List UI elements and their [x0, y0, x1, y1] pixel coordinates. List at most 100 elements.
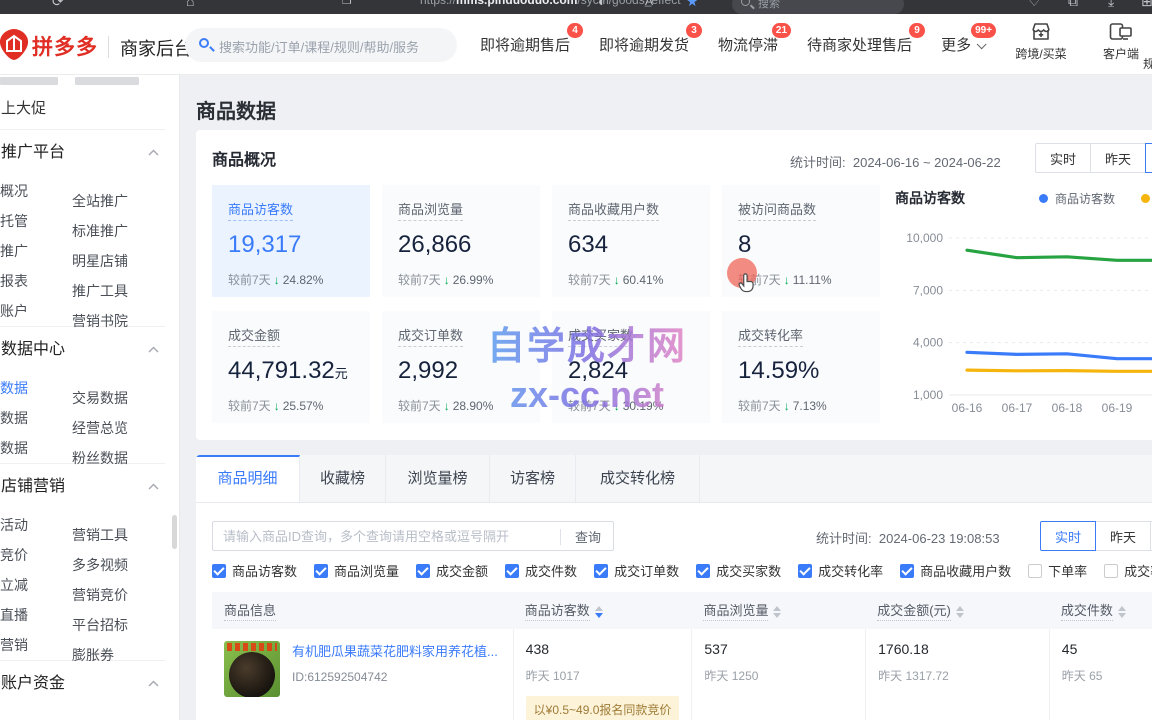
- metric-5[interactable]: 成交买家数: [696, 561, 781, 580]
- product-title-link[interactable]: 有机肥瓜果蔬菜花肥料家用养花植...: [292, 641, 498, 660]
- sidebar-item[interactable]: 数据: [0, 433, 72, 463]
- tab-1[interactable]: 收藏榜: [300, 455, 386, 502]
- stat-card-5[interactable]: 成交订单数2,992较前7天↓28.90%: [382, 311, 540, 423]
- split-screen-icon[interactable]: ⧉: [1068, 0, 1078, 11]
- metric-2[interactable]: 成交金额: [416, 561, 488, 580]
- sort-icon[interactable]: [773, 606, 781, 618]
- tab-2[interactable]: 浏览量榜: [386, 455, 490, 502]
- checkbox-icon[interactable]: [416, 564, 430, 578]
- range-button-2[interactable]: 7天: [1145, 143, 1152, 173]
- sidebar-item[interactable]: 概况: [0, 176, 72, 206]
- bookmark-icon[interactable]: ★: [686, 0, 699, 11]
- checkbox-icon[interactable]: [314, 564, 328, 578]
- metric-4[interactable]: 成交订单数: [594, 561, 679, 580]
- checkbox-icon[interactable]: [505, 564, 519, 578]
- checkbox-icon[interactable]: [900, 564, 914, 578]
- reload-icon[interactable]: ⟳: [52, 0, 64, 11]
- product-image[interactable]: [224, 641, 280, 697]
- sidebar-item[interactable]: 直播: [0, 600, 72, 630]
- metric-0[interactable]: 商品访客数: [212, 561, 297, 580]
- address-bar[interactable]: https://mms.pinduoduo.com/sycm/goods_eff…: [420, 0, 681, 7]
- stat-card-6[interactable]: 成交买家数2,824较前7天↓30.19%: [552, 311, 710, 423]
- apps-icon[interactable]: ⊞: [1141, 0, 1152, 11]
- favorites-icon[interactable]: ♡: [1028, 0, 1041, 11]
- sort-desc-icon[interactable]: [1118, 613, 1126, 618]
- nav-item-2[interactable]: 物流停滞21: [718, 34, 778, 55]
- product-id-input[interactable]: [223, 522, 543, 550]
- stat-card-0[interactable]: 商品访客数19,317较前7天↓24.82%: [212, 185, 370, 297]
- range-button-0[interactable]: 实时: [1040, 521, 1096, 551]
- range-button-1[interactable]: 昨天: [1090, 143, 1146, 173]
- metric-8[interactable]: 下单率: [1028, 561, 1087, 580]
- sidebar-scrollbar[interactable]: [172, 515, 177, 549]
- range-button-1[interactable]: 昨天: [1095, 521, 1151, 551]
- sort-desc-icon[interactable]: [773, 613, 781, 618]
- checkbox-icon[interactable]: [1028, 564, 1042, 578]
- translate-icon[interactable]: ◐: [598, 0, 606, 11]
- nav-item-3[interactable]: 待商家处理售后9: [807, 34, 912, 55]
- nav-item-4[interactable]: 更多99+: [941, 34, 983, 55]
- tab-3[interactable]: 访客榜: [490, 455, 576, 502]
- sidebar-section-0[interactable]: 推广平台: [0, 130, 179, 176]
- sort-icon[interactable]: [1118, 606, 1126, 618]
- nav-item-0[interactable]: 即将逾期售后4: [480, 34, 570, 55]
- checkbox-icon[interactable]: [594, 564, 608, 578]
- checkbox-icon[interactable]: [212, 564, 226, 578]
- logo-wordmark[interactable]: 拼多多: [32, 31, 98, 61]
- sidebar-item[interactable]: 推广: [0, 236, 72, 266]
- pinduoduo-logo-icon[interactable]: [0, 27, 30, 66]
- chart-plot: 1,0004,0007,00010,00006-1606-1706-1806-1…: [891, 188, 1152, 428]
- metric-6[interactable]: 成交转化率: [798, 561, 883, 580]
- sort-desc-icon[interactable]: [595, 613, 603, 618]
- query-button[interactable]: 查询: [575, 527, 601, 546]
- sort-icon[interactable]: [595, 606, 603, 618]
- download-icon[interactable]: ⤓: [1108, 0, 1114, 11]
- stat-card-value: 44,791.32元: [228, 357, 354, 385]
- global-search-input[interactable]: 搜索功能/订单/课程/规则/帮助/服务: [185, 28, 457, 62]
- stat-card-2[interactable]: 商品收藏用户数634较前7天↓60.41%: [552, 185, 710, 297]
- sidebar-item[interactable]: 报表: [0, 266, 72, 296]
- home-icon[interactable]: ⌂: [186, 0, 194, 11]
- checkbox-icon[interactable]: [696, 564, 710, 578]
- sidebar-section-3[interactable]: 账户资金: [0, 661, 179, 707]
- browser-search-box[interactable]: 搜索: [732, 0, 904, 14]
- metric-1[interactable]: 商品浏览量: [314, 561, 399, 580]
- sidebar-item[interactable]: 数据: [0, 373, 72, 403]
- sort-icon[interactable]: [956, 606, 964, 618]
- checkbox-icon[interactable]: [1104, 564, 1118, 578]
- metric-7[interactable]: 商品收藏用户数: [900, 561, 1011, 580]
- bid-promo-tag[interactable]: 以¥0.5~49.0报名同款竞价: [526, 696, 680, 720]
- stat-card-4[interactable]: 成交金额44,791.32元较前7天↓25.57%: [212, 311, 370, 423]
- sidebar-item[interactable]: 竞价: [0, 540, 72, 570]
- tool-1[interactable]: 客户端: [1092, 22, 1150, 62]
- header-tool-partial[interactable]: 规: [1143, 55, 1152, 72]
- range-button-0[interactable]: 实时: [1035, 143, 1091, 173]
- font-size-icon[interactable]: A: [645, 0, 653, 11]
- sidebar-item[interactable]: 活动: [0, 510, 72, 540]
- page-info-icon[interactable]: ❐: [342, 0, 352, 11]
- sidebar-section-2[interactable]: 店铺营销: [0, 464, 179, 510]
- stat-card-7[interactable]: 成交转化率14.59%较前7天↓7.13%: [722, 311, 880, 423]
- metric-9[interactable]: 成交率: [1104, 561, 1152, 580]
- sort-asc-icon[interactable]: [595, 606, 603, 611]
- stat-card-1[interactable]: 商品浏览量26,866较前7天↓26.99%: [382, 185, 540, 297]
- checkbox-icon[interactable]: [798, 564, 812, 578]
- sort-desc-icon[interactable]: [956, 613, 964, 618]
- badge: 21: [772, 23, 791, 38]
- tab-4[interactable]: 成交转化榜: [576, 455, 700, 502]
- sidebar-item[interactable]: 营销: [0, 630, 72, 660]
- sidebar-section-1[interactable]: 数据中心: [0, 327, 179, 373]
- sort-asc-icon[interactable]: [956, 606, 964, 611]
- tool-0[interactable]: 跨境/买菜: [1012, 22, 1070, 62]
- cell-yesterday-value: 昨天 1017: [526, 667, 680, 684]
- sidebar-item-promo[interactable]: 上大促: [0, 89, 179, 129]
- sidebar-item[interactable]: 托管: [0, 206, 72, 236]
- sort-asc-icon[interactable]: [773, 606, 781, 611]
- metric-3[interactable]: 成交件数: [505, 561, 577, 580]
- nav-item-1[interactable]: 即将逾期发货3: [599, 34, 689, 55]
- tab-0[interactable]: 商品明细: [196, 455, 300, 502]
- sidebar-item[interactable]: 立减: [0, 570, 72, 600]
- sidebar-item[interactable]: 数据: [0, 403, 72, 433]
- sidebar-item[interactable]: 账户: [0, 296, 72, 326]
- sort-asc-icon[interactable]: [1118, 606, 1126, 611]
